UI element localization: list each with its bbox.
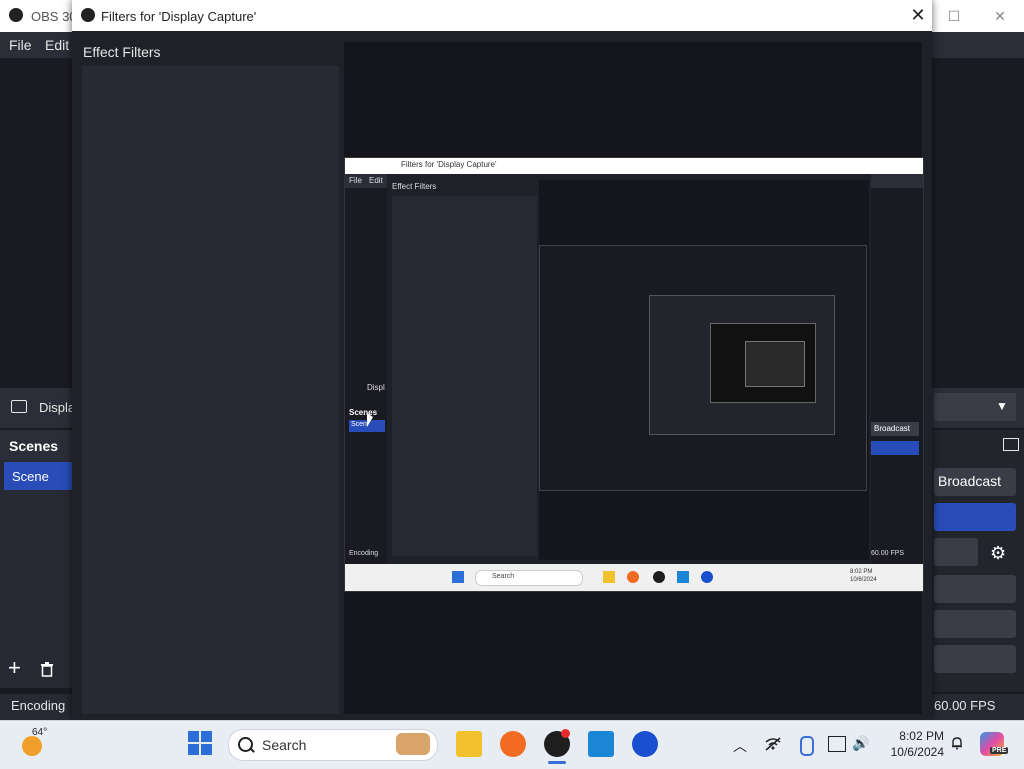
gear-icon[interactable]: ⚙ <box>990 543 1010 563</box>
bell-icon[interactable] <box>950 736 964 750</box>
nested-folder-icon <box>603 571 615 583</box>
effect-filters-label: Effect Filters <box>83 44 161 60</box>
nested-editor-icon <box>677 571 689 583</box>
broadcast-label: Broadcast <box>938 473 1002 489</box>
windows-start-icon[interactable] <box>188 731 212 755</box>
nested-start-icon <box>452 571 464 583</box>
clock-date: 10/6/2024 <box>890 745 944 759</box>
nested-title: Filters for 'Display Capture' <box>401 160 497 169</box>
nested-obs-icon <box>653 571 665 583</box>
nested-clock: 8:02 PM 10/6/2024 <box>850 568 877 584</box>
virtual-camera-button[interactable] <box>934 538 978 566</box>
display-icon[interactable] <box>828 736 846 752</box>
scenes-panel <box>0 460 72 688</box>
effect-filter-list[interactable] <box>82 66 339 714</box>
clock-time: 8:02 PM <box>899 729 944 743</box>
weather-icon[interactable] <box>22 736 42 756</box>
search-highlight-image <box>396 733 430 755</box>
capture-preview-image: Filters for 'Display Capture' File Edit … <box>344 157 924 592</box>
nested-source-label: Displ <box>367 383 385 392</box>
network-icon[interactable] <box>764 737 782 751</box>
firefox-icon[interactable] <box>500 731 526 757</box>
scenes-title: Scenes <box>9 438 59 454</box>
control-button[interactable] <box>934 645 1016 673</box>
close-icon[interactable]: ✕ <box>908 5 928 25</box>
broadcast-button[interactable]: Broadcast <box>934 468 1016 496</box>
audio-app-icon[interactable] <box>632 731 658 757</box>
source-dropdown[interactable]: ▼ <box>934 393 1016 421</box>
nested-menu-file: File <box>349 176 362 185</box>
nested-firefox-icon <box>627 571 639 583</box>
tray-chevron-up-icon[interactable]: ︿ <box>733 736 747 756</box>
volume-icon[interactable]: 🔊 <box>852 735 869 752</box>
fps-status: 60.00 FPS <box>934 698 996 713</box>
weather-temperature: 64° <box>32 727 48 738</box>
nested-stream-button <box>871 441 919 455</box>
nested-scene-label: Scen <box>351 421 367 428</box>
control-button[interactable] <box>934 575 1016 603</box>
nested-encoding: Encoding <box>349 550 379 557</box>
chevron-down-icon: ▼ <box>996 399 1008 413</box>
search-icon-handle <box>249 747 255 753</box>
nested-clock-time: 8:02 PM <box>850 569 873 575</box>
nested-audio-icon <box>701 571 713 583</box>
nested-broadcast: Broadcast <box>871 422 919 436</box>
search-placeholder: Search <box>262 737 307 753</box>
microphone-icon[interactable] <box>800 736 814 756</box>
nested-search-box: Search <box>475 570 583 586</box>
control-button[interactable] <box>934 610 1016 638</box>
mouse-cursor-icon <box>367 413 373 427</box>
nested-effect-filters: Effect Filters <box>392 182 437 191</box>
scene-label: Scene <box>12 469 49 484</box>
nested-filter-list <box>392 196 537 556</box>
obs-maximize-button[interactable]: ☐ <box>944 6 964 26</box>
obs-logo-icon <box>9 8 23 22</box>
active-app-indicator <box>548 761 566 764</box>
obs-logo-icon <box>81 8 95 22</box>
nested-taskbar: Search 8:02 PM 10/6/2024 <box>345 564 923 591</box>
nested-menu-edit: Edit <box>369 176 383 185</box>
trash-icon[interactable] <box>38 660 56 678</box>
dock-icon[interactable] <box>1003 438 1019 451</box>
nested-broadcast-label: Broadcast <box>874 424 911 433</box>
obs-close-button[interactable]: ✕ <box>990 6 1010 26</box>
nested-search-text: Search <box>492 573 515 580</box>
scene-list-item[interactable]: Scene <box>4 462 72 490</box>
scenes-header: Scenes <box>0 430 72 460</box>
nested-capture-level-5 <box>745 341 805 387</box>
source-name: Displa <box>39 400 76 415</box>
encoding-status: Encoding <box>11 698 66 713</box>
filters-title: Filters for 'Display Capture' <box>101 9 257 24</box>
nested-titlebar: Filters for 'Display Capture' <box>345 158 923 174</box>
recording-badge <box>561 729 570 738</box>
file-explorer-icon[interactable] <box>456 731 482 757</box>
start-streaming-button[interactable] <box>934 503 1016 531</box>
nested-clock-date: 10/6/2024 <box>850 577 877 583</box>
preview-badge: PRE <box>990 747 1009 754</box>
filters-titlebar: Filters for 'Display Capture' ✕ <box>72 0 932 31</box>
menu-edit[interactable]: Edit <box>45 37 69 53</box>
taskbar-clock[interactable]: 8:02 PM 10/6/2024 <box>888 728 944 760</box>
editor-app-icon[interactable] <box>588 731 614 757</box>
add-scene-icon[interactable]: + <box>8 657 28 679</box>
nested-fps: 60.00 FPS <box>871 550 905 557</box>
monitor-icon <box>11 400 27 413</box>
menu-file[interactable]: File <box>9 37 32 53</box>
